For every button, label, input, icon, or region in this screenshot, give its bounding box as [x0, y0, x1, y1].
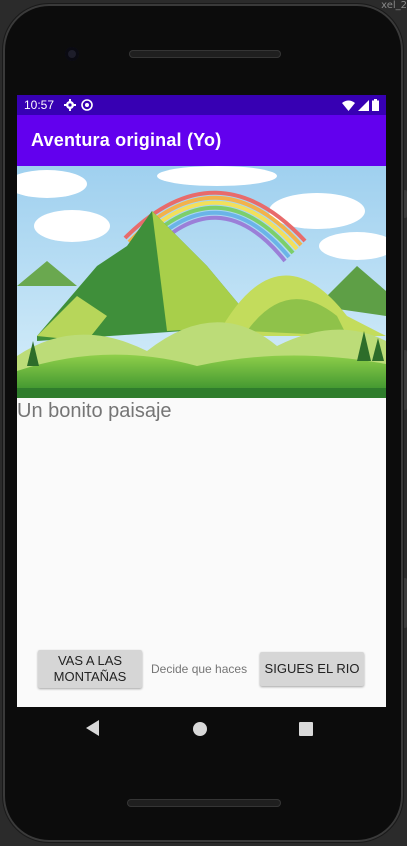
- recents-icon[interactable]: [299, 722, 313, 736]
- app-title: Aventura original (Yo): [31, 130, 222, 150]
- device-label: xel_2: [381, 0, 407, 11]
- follow-river-button[interactable]: SIGUES EL RIO: [260, 652, 364, 686]
- scene-description: Un bonito paisaje: [17, 400, 172, 422]
- device-screen: 10:57 Aventura original (Yo) Un bonito p…: [17, 95, 386, 707]
- side-button-top: [403, 190, 407, 218]
- front-camera-icon: [65, 47, 79, 61]
- sync-icon: [81, 99, 93, 111]
- back-icon[interactable]: [86, 720, 100, 736]
- status-time: 10:57: [24, 98, 55, 112]
- wifi-icon: [342, 100, 355, 111]
- gear-icon: [64, 99, 77, 111]
- signal-icon: [358, 99, 369, 111]
- decision-prompt: Decide que haces: [151, 662, 248, 676]
- go-to-mountains-button[interactable]: VAS A LAS MONTAÑAS: [38, 650, 142, 688]
- bottom-speaker: [127, 799, 281, 807]
- battery-icon: [372, 99, 379, 111]
- landscape-image: [17, 166, 386, 398]
- side-button-bottom: [403, 578, 407, 628]
- side-button-volume: [403, 350, 407, 410]
- earpiece-speaker: [129, 50, 281, 58]
- app-bar: Aventura original (Yo): [17, 115, 386, 166]
- status-bar: 10:57: [17, 95, 386, 115]
- home-icon[interactable]: [193, 722, 207, 736]
